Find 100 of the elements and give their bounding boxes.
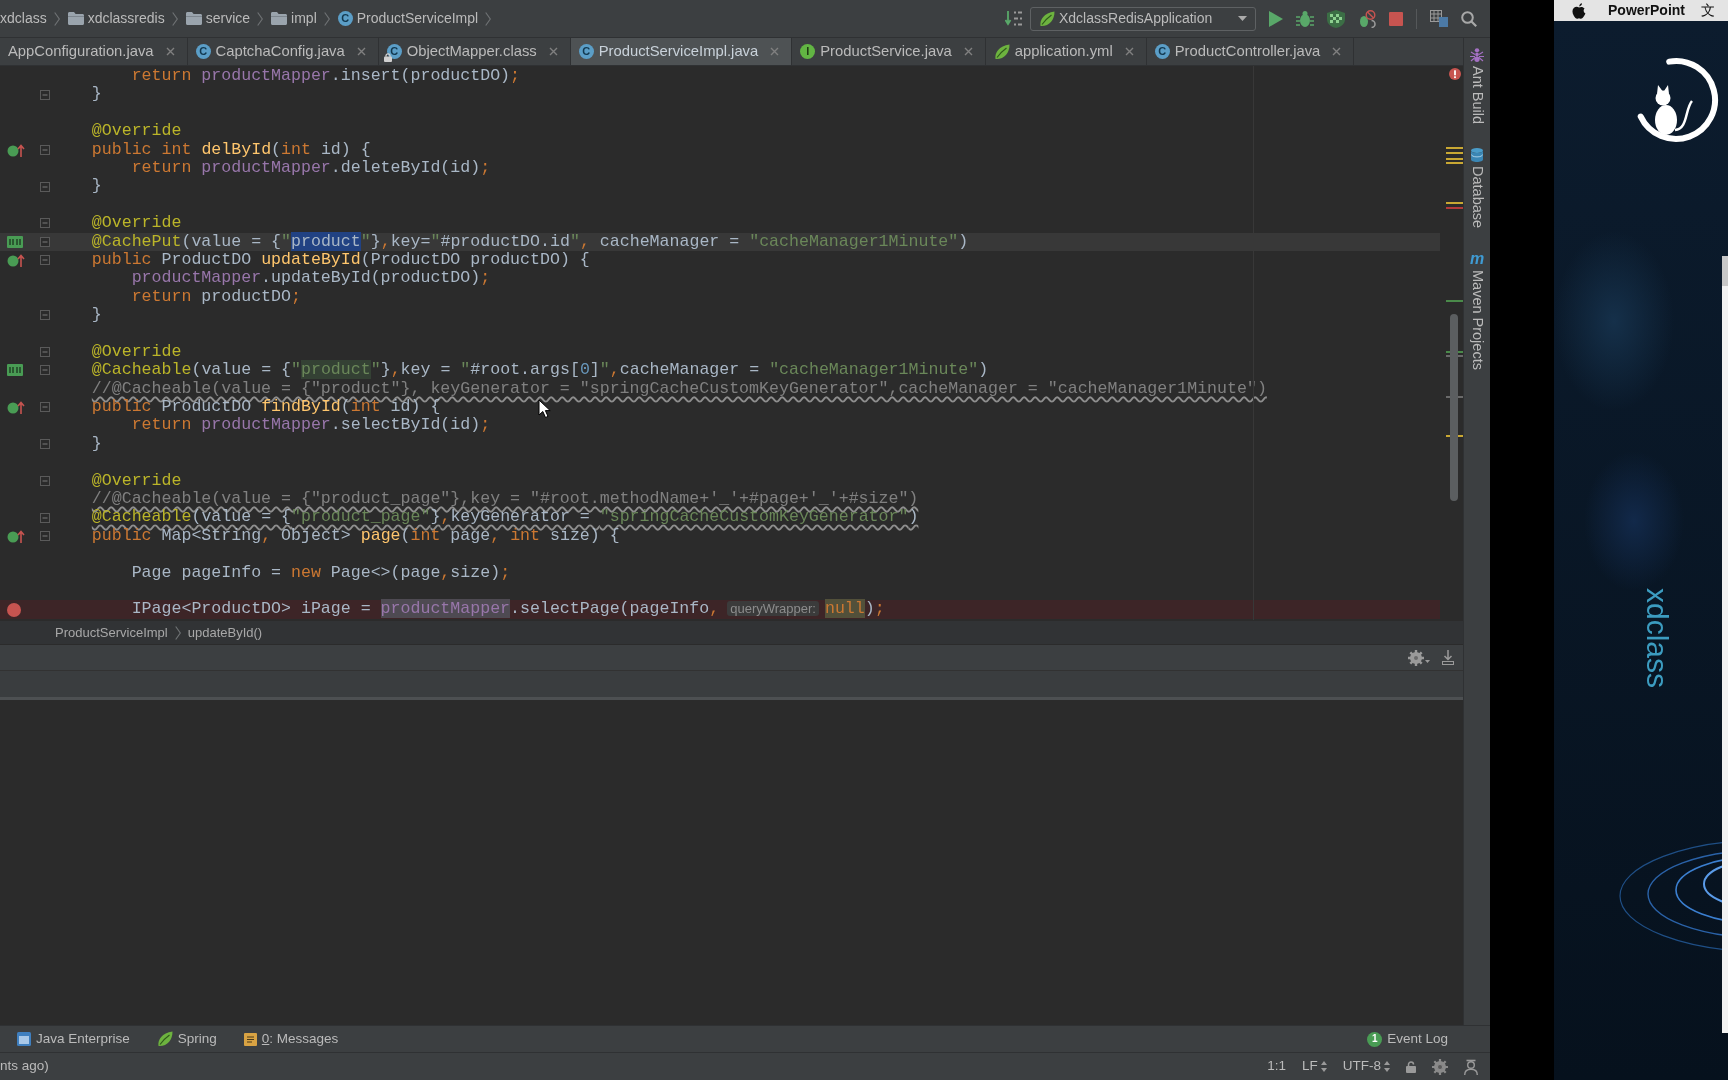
code-line: @Cacheable(value = {"product_page"},keyGenerator = "springCacheCustomKeyGenerator") xyxy=(91,508,919,527)
breadcrumb-item[interactable]: ProductServiceImpl xyxy=(55,624,168,641)
event-log-button[interactable]: 1 Event Log xyxy=(1367,1030,1448,1048)
fold-marker-icon[interactable] xyxy=(40,236,50,247)
close-icon[interactable] xyxy=(963,47,973,56)
chevron-icon xyxy=(323,11,330,26)
close-icon[interactable] xyxy=(770,47,780,56)
code-line: public Map<String, Object> page(int page, int size) { xyxy=(91,526,620,546)
code-line: @Override xyxy=(91,122,182,141)
breadcrumb-item[interactable]: impl xyxy=(271,10,317,27)
breadcrumb-item[interactable]: C ProductServiceImpl xyxy=(337,10,479,27)
fold-marker-icon[interactable] xyxy=(40,347,50,358)
class-icon: C xyxy=(1154,44,1170,59)
breakpoint-icon[interactable] xyxy=(7,602,21,617)
tool-window-button[interactable]: m Maven Projects xyxy=(1468,252,1486,371)
message-list-icon xyxy=(243,1032,257,1046)
fold-marker-icon[interactable] xyxy=(40,144,50,155)
interface-icon: I xyxy=(800,44,816,59)
fold-marker-icon[interactable] xyxy=(40,475,50,486)
code-line: } xyxy=(91,434,102,454)
code-line: public int delById(int id) { xyxy=(91,140,371,159)
debug-icon[interactable] xyxy=(1296,9,1314,28)
editor-tab[interactable]: AppConfiguration.java xyxy=(0,38,188,65)
tool-window-button[interactable]: Java Enterprise xyxy=(17,1030,130,1048)
fold-marker-icon[interactable] xyxy=(40,402,50,413)
updown-arrows-icon xyxy=(1384,1061,1390,1072)
folder-icon xyxy=(185,12,202,25)
chevron-icon xyxy=(53,11,60,26)
circle-arrow-up-icon[interactable] xyxy=(7,400,25,415)
breadcrumb-item[interactable]: service xyxy=(185,10,251,27)
editor-tab[interactable]: application.yml xyxy=(985,38,1147,65)
tool-window-button[interactable]: 0: Messages xyxy=(243,1030,339,1048)
apple-icon[interactable] xyxy=(1572,2,1586,19)
settings-icon[interactable] xyxy=(1408,649,1430,666)
folder-icon xyxy=(271,12,288,25)
mouse-pointer-icon xyxy=(538,399,551,419)
arrow-down-bar-icon[interactable] xyxy=(1442,650,1454,665)
editor-tab[interactable]: I ProductService.java xyxy=(792,38,986,65)
person-icon[interactable] xyxy=(1464,1058,1478,1075)
tool-window-button[interactable]: Ant Build xyxy=(1468,48,1486,125)
class-icon: C xyxy=(337,11,353,26)
tool-window-button[interactable]: Spring xyxy=(156,1030,217,1048)
breadcrumb-item[interactable]: xdclass xyxy=(0,10,47,27)
fold-marker-icon[interactable] xyxy=(40,310,50,321)
close-icon[interactable] xyxy=(356,47,366,56)
circle-arrow-up-icon[interactable] xyxy=(7,253,25,268)
encoding-button[interactable]: UTF-8 xyxy=(1342,1058,1390,1075)
chevron-icon xyxy=(485,11,492,26)
chip-icon[interactable] xyxy=(7,235,23,248)
editor-tab[interactable]: C ProductServiceImpl.java xyxy=(570,38,793,65)
editor-tab[interactable]: C ObjectMapper.class xyxy=(378,38,571,65)
chip-icon[interactable] xyxy=(7,364,23,377)
coverage-icon[interactable] xyxy=(1327,9,1345,28)
scrollbar-thumb[interactable] xyxy=(1450,314,1458,501)
code-line: @CachePut(value = {"product"},key="#productDO.id", cacheManager = "cacheManager1Minute") xyxy=(91,232,969,251)
editor-tab[interactable]: C ProductController.java xyxy=(1146,38,1355,65)
run-configuration-dropdown[interactable]: XdclassRedisApplication xyxy=(1030,6,1256,31)
close-icon[interactable] xyxy=(165,47,175,56)
leaf-icon xyxy=(156,1031,173,1047)
editor-tab[interactable]: C CaptchaConfig.java xyxy=(187,38,379,65)
lock-icon[interactable] xyxy=(1406,1060,1416,1073)
wallpaper-text: xdclass xyxy=(1642,588,1672,689)
caret-position-button[interactable]: 1:1 xyxy=(1267,1058,1286,1075)
code-line: return productMapper.deleteById(id); xyxy=(131,158,491,178)
fold-marker-icon[interactable] xyxy=(40,218,50,229)
menu-item[interactable]: 文 xyxy=(1701,2,1715,19)
letter-logo: m xyxy=(1469,252,1485,267)
breadcrumb-item[interactable]: xdclassredis xyxy=(67,10,165,27)
gear-icon[interactable] xyxy=(1432,1058,1448,1075)
updown-arrows-icon xyxy=(1320,1061,1327,1072)
circle-arrow-up-icon[interactable] xyxy=(7,528,25,543)
grid-window-icon[interactable] xyxy=(1430,10,1448,27)
close-icon[interactable] xyxy=(548,47,558,56)
ant-icon xyxy=(1470,48,1484,62)
code-line: @Override xyxy=(91,214,182,233)
code-line: return productMapper.insert(productDO); xyxy=(131,67,521,86)
close-icon[interactable] xyxy=(1124,47,1134,56)
search-icon[interactable] xyxy=(1461,10,1477,27)
fold-marker-icon[interactable] xyxy=(40,439,50,449)
close-icon[interactable] xyxy=(1332,47,1342,56)
code-line: } xyxy=(91,85,102,104)
stop-icon[interactable] xyxy=(1389,11,1403,26)
circle-arrow-up-icon[interactable] xyxy=(7,142,25,157)
chevron-icon xyxy=(257,11,264,26)
run-icon[interactable] xyxy=(1269,10,1283,27)
breadcrumb-item[interactable]: updateById() xyxy=(187,624,263,641)
fold-marker-icon[interactable] xyxy=(40,365,50,376)
chevron-icon xyxy=(171,11,178,26)
tool-window-button[interactable]: Database xyxy=(1468,148,1486,229)
fold-marker-icon[interactable] xyxy=(40,530,50,541)
app-name-menu[interactable]: PowerPoint xyxy=(1608,2,1685,19)
fold-marker-icon[interactable] xyxy=(40,89,50,100)
fold-marker-icon[interactable] xyxy=(40,512,50,523)
fold-marker-icon[interactable] xyxy=(40,255,50,266)
line-separator-button[interactable]: LF xyxy=(1302,1058,1327,1075)
error-indicator-icon[interactable] xyxy=(1449,68,1461,80)
bug-stop-icon[interactable] xyxy=(1358,9,1376,28)
fold-marker-icon[interactable] xyxy=(40,181,50,192)
class-icon: C xyxy=(195,44,211,59)
sort-arrow-icon[interactable] xyxy=(1005,10,1023,27)
